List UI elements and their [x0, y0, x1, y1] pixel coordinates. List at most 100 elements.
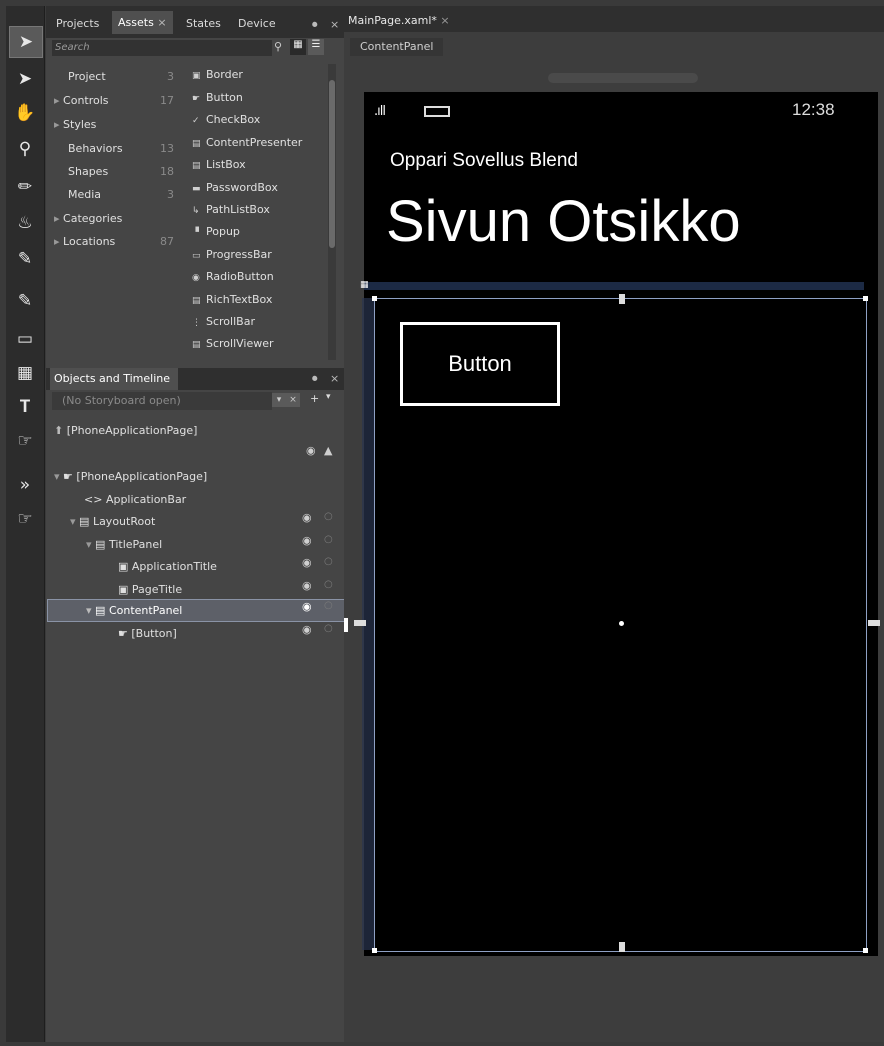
margin-pin-top-icon[interactable] — [619, 294, 625, 304]
asset-scrollviewer[interactable]: ▤ ScrollViewer — [192, 333, 274, 355]
gradient-tool-icon[interactable]: ✎ — [9, 244, 41, 274]
category-behaviors[interactable]: Behaviors 13 — [54, 138, 174, 160]
resize-handle-bottom-left[interactable] — [372, 948, 377, 953]
asset-radiobutton[interactable]: ◉ RadioButton — [192, 266, 274, 288]
asset-progressbar[interactable]: ▭ ProgressBar — [192, 244, 272, 266]
asset-popup[interactable]: ▝ Popup — [192, 221, 240, 243]
category-project[interactable]: Project 3 — [54, 66, 174, 88]
category-media[interactable]: Media 3 — [54, 184, 174, 206]
eye-icon[interactable]: ◉ — [302, 600, 312, 613]
list-view-icon[interactable]: ☰ — [308, 39, 324, 55]
tab-assets[interactable]: Assets × — [112, 11, 173, 34]
tab-states[interactable]: States — [180, 14, 227, 34]
eye-icon[interactable]: ◉ — [302, 534, 312, 547]
asset-button[interactable]: ☛ Button — [192, 87, 243, 109]
asset-pathlistbox[interactable]: ↳ PathListBox — [192, 199, 270, 221]
category-styles[interactable]: ▸ Styles — [54, 114, 174, 136]
direct-selection-tool-icon[interactable]: ➤ — [9, 64, 41, 94]
lock-toggle[interactable]: ○ — [324, 600, 333, 611]
category-shapes[interactable]: Shapes 18 — [54, 161, 174, 183]
pin-icon[interactable]: ⏺ — [312, 18, 318, 32]
phone-button[interactable]: Button — [400, 322, 560, 406]
category-locations[interactable]: ▸ Locations 87 — [54, 231, 174, 253]
tree-item-button[interactable]: ☛ [Button] — [118, 623, 177, 645]
close-icon[interactable]: × — [440, 14, 449, 27]
add-storyboard-icon[interactable]: + — [310, 392, 319, 405]
asset-richtextbox[interactable]: ▤ RichTextBox — [192, 289, 272, 311]
close-panel-icon[interactable]: × — [330, 372, 339, 385]
tree-item-titlepanel[interactable]: ▾ ▤ TitlePanel — [86, 534, 162, 556]
eye-icon[interactable]: ◉ — [302, 556, 312, 569]
scrollviewer-icon: ▤ — [192, 340, 201, 350]
resize-handle-top-right[interactable] — [863, 296, 868, 301]
tree-item-applicationtitle[interactable]: ▣ ApplicationTitle — [118, 556, 217, 578]
close-icon[interactable]: × — [157, 16, 166, 29]
application-title[interactable]: Oppari Sovellus Blend — [390, 150, 578, 172]
grid-tool-icon[interactable]: ▦ — [9, 358, 41, 388]
close-panel-icon[interactable]: × — [330, 18, 339, 31]
asset-passwordbox[interactable]: ▬ PasswordBox — [192, 177, 278, 199]
asset-contentpresenter[interactable]: ▤ ContentPresenter — [192, 132, 302, 154]
lock-toggle[interactable]: ○ — [324, 534, 333, 545]
text-tool-icon[interactable]: 𝐓 — [9, 392, 41, 422]
asset-checkbox[interactable]: ✓ CheckBox — [192, 109, 260, 131]
tree-item-phoneapplicationpage[interactable]: ▾ ☛ [PhoneApplicationPage] — [54, 466, 207, 488]
objects-timeline-header: Objects and Timeline ⏺ × — [46, 368, 344, 390]
selection-tool-icon[interactable]: ➤ — [9, 26, 43, 58]
tree-item-applicationbar[interactable]: <> ApplicationBar — [84, 489, 186, 511]
tab-device[interactable]: Device — [232, 14, 282, 34]
category-categories[interactable]: ▸ Categories — [54, 208, 174, 230]
control-tool-icon[interactable]: ☞ — [9, 426, 41, 456]
assets-search-input[interactable]: Search — [52, 40, 272, 56]
eye-icon[interactable]: ◉ — [302, 623, 312, 636]
grid-icon: ▤ — [79, 515, 90, 528]
root-page-scope[interactable]: ⬆ [PhoneApplicationPage] — [54, 420, 197, 442]
lock-all-icon[interactable]: ▲ — [324, 444, 332, 457]
asset-scrollbar[interactable]: ⋮ ScrollBar — [192, 311, 255, 333]
lock-toggle[interactable]: ○ — [324, 556, 333, 567]
textblock-icon: ▣ — [118, 583, 129, 596]
splitter-grip[interactable] — [344, 618, 348, 632]
scrollbar-thumb[interactable] — [329, 80, 335, 248]
eye-icon[interactable]: ◉ — [302, 579, 312, 592]
pin-icon[interactable]: ⏺ — [312, 372, 318, 386]
assets-scrollbar[interactable] — [328, 64, 336, 360]
last-used-asset-icon[interactable]: ☞ — [9, 504, 41, 534]
eyedropper-tool-icon[interactable]: ✏ — [9, 172, 41, 202]
tab-projects[interactable]: Projects — [50, 14, 105, 34]
margin-pin-left-icon[interactable] — [354, 620, 366, 626]
center-point[interactable] — [619, 621, 624, 626]
margin-pin-right-icon[interactable] — [868, 620, 880, 626]
pan-hand-tool-icon[interactable]: ✋ — [9, 98, 41, 128]
category-controls[interactable]: ▸ Controls 17 — [54, 90, 174, 112]
tree-item-layoutroot[interactable]: ▾ ▤ LayoutRoot — [70, 511, 155, 533]
tree-item-pagetitle[interactable]: ▣ PageTitle — [118, 579, 182, 601]
objects-timeline-title[interactable]: Objects and Timeline — [50, 368, 179, 390]
storyboard-picker[interactable]: (No Storyboard open) — [52, 392, 272, 410]
resize-handle-bottom-right[interactable] — [863, 948, 868, 953]
eye-icon[interactable]: ◉ — [302, 511, 312, 524]
zoom-tool-icon[interactable]: ⚲ — [9, 134, 41, 164]
lock-toggle[interactable]: ○ — [324, 579, 333, 590]
assets-expand-icon[interactable]: » — [9, 470, 41, 500]
page-title[interactable]: Sivun Otsikko — [386, 188, 741, 255]
storyboard-menu-icon[interactable]: ▾ — [326, 392, 331, 402]
grid-view-icon[interactable]: ▦ — [290, 39, 306, 55]
asset-border[interactable]: ▣ Border — [192, 64, 243, 86]
stackpanel-icon: ▤ — [95, 538, 106, 551]
grid-adorner-icon[interactable]: ▦ — [360, 280, 369, 290]
lock-toggle[interactable]: ○ — [324, 623, 333, 634]
storyboard-dropdown-icon[interactable]: ▾ — [272, 393, 286, 407]
pen-tool-icon[interactable]: ✎ — [9, 286, 41, 316]
rectangle-tool-icon[interactable]: ▭ — [9, 324, 41, 354]
breadcrumb[interactable]: ContentPanel — [350, 38, 444, 56]
asset-listbox[interactable]: ▤ ListBox — [192, 154, 246, 176]
tree-item-contentpanel[interactable]: ▾ ▤ ContentPanel — [86, 600, 182, 622]
eye-all-icon[interactable]: ◉ — [306, 444, 316, 457]
tab-mainpage-xaml[interactable]: MainPage.xaml* × — [348, 12, 450, 30]
paint-bucket-tool-icon[interactable]: ♨ — [9, 208, 41, 238]
close-storyboard-icon[interactable]: × — [286, 393, 300, 407]
resize-handle-top-left[interactable] — [372, 296, 377, 301]
lock-toggle[interactable]: ○ — [324, 511, 333, 522]
margin-pin-bottom-icon[interactable] — [619, 942, 625, 952]
